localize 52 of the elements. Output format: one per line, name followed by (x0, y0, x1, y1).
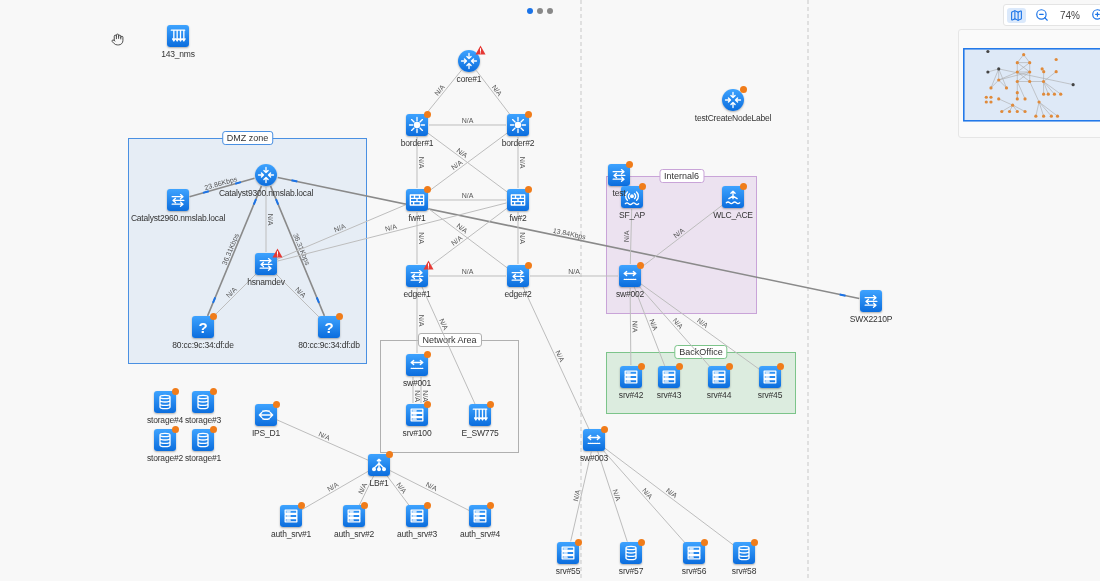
zoom-level: 74% (1059, 9, 1081, 21)
node-label: storage#1 (185, 453, 221, 464)
node-label: sw#001 (402, 378, 432, 389)
node-label: auth_srv#1 (270, 529, 312, 540)
zone-label: Internal6 (659, 169, 704, 183)
node-label: srv#43 (656, 390, 682, 401)
node-label: 80:cc:9c:34:df:de (172, 340, 234, 351)
node-label: storage#4 (147, 415, 183, 426)
node-label: Catalyst2960.nmslab.local (130, 213, 226, 224)
node-label: fw#1 (408, 213, 426, 224)
page-dot[interactable] (537, 8, 543, 14)
node-label: E_SW775 (461, 428, 499, 439)
zone-label: BackOffice (674, 345, 728, 359)
node-label: edge#2 (504, 289, 532, 300)
minimap-toggle-button[interactable] (1007, 7, 1026, 23)
node-label: hsnamdev (247, 277, 285, 288)
page-dot[interactable] (547, 8, 553, 14)
node-label: srv#55 (555, 566, 581, 577)
node-label: LB#1 (369, 478, 389, 489)
node-label: IPS_D1 (251, 428, 281, 439)
page-dot[interactable] (527, 8, 533, 14)
node-label: WLC_ACE (713, 210, 753, 221)
node-label: srv#45 (757, 390, 783, 401)
node-label: SWX2210P (849, 314, 893, 325)
zone-label: DMZ zone (221, 131, 274, 145)
zone-label: Network Area (417, 333, 482, 347)
node-label: storage#2 (147, 453, 183, 464)
node-label: srv#57 (618, 566, 644, 577)
node-label: edge#1 (403, 289, 431, 300)
node-label: srv#58 (731, 566, 757, 577)
node-label: sw#003 (579, 453, 609, 464)
node-label: Catalyst9300.nmslab.local (218, 188, 314, 199)
node-label: 80:cc:9c:34:df:db (298, 340, 360, 351)
unknown-device-icon: ? (318, 316, 340, 338)
node-label: testCreateNodeLabel (694, 113, 772, 124)
node-label: fw#2 (509, 213, 527, 224)
node-label: border#1 (400, 138, 434, 149)
hand-cursor-icon (111, 33, 124, 46)
node-label: sw#002 (615, 289, 645, 300)
node-label: srv#42 (618, 390, 644, 401)
node-label: srv#100 (402, 428, 432, 439)
node-label: srv#56 (681, 566, 707, 577)
node-label: core#1 (456, 74, 482, 85)
node-label: srv#44 (706, 390, 732, 401)
unknown-device-icon: ? (192, 316, 214, 338)
node-label: auth_srv#2 (333, 529, 375, 540)
node-label: auth_srv#4 (459, 529, 501, 540)
node-label: SF_AP (619, 210, 645, 221)
node-label: auth_srv#3 (396, 529, 438, 540)
node-label: border#2 (501, 138, 535, 149)
node-label: storage#3 (185, 415, 221, 426)
node-label: 143_nms (161, 49, 195, 60)
